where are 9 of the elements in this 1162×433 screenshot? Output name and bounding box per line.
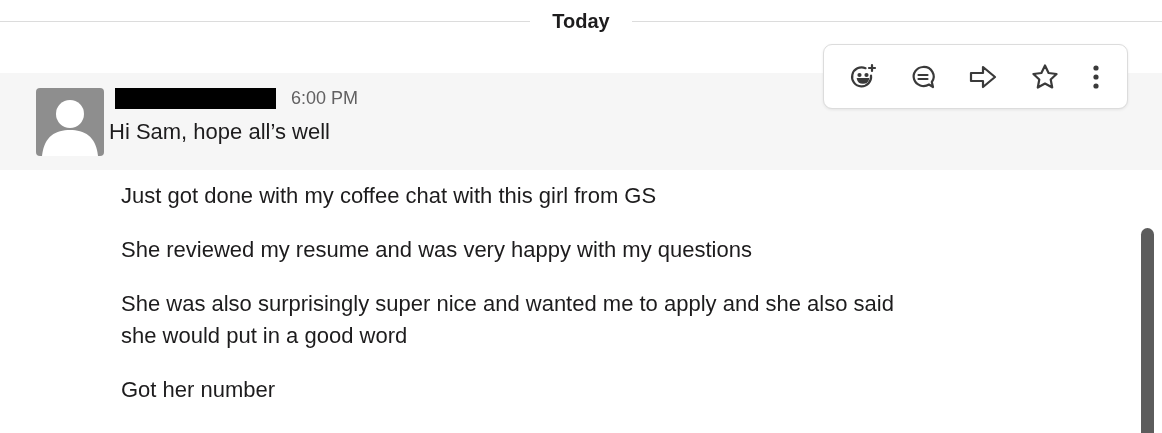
timestamp: 6:00 PM	[291, 88, 359, 109]
scrollbar[interactable]	[1141, 228, 1154, 433]
date-divider-label: Today	[552, 9, 610, 33]
avatar-icon	[36, 88, 104, 156]
message-text: Hi Sam, hope all’s well	[109, 118, 331, 146]
message-text: She reviewed my resume and was very happy with my questions	[121, 236, 753, 264]
message-text: Just got done with my coffee chat with this girl from GS	[121, 182, 658, 210]
message-text: She was also surprisingly super nice and wanted me to apply and she also said she would put in a good word	[121, 290, 895, 350]
message-text: Got her number	[121, 376, 277, 404]
